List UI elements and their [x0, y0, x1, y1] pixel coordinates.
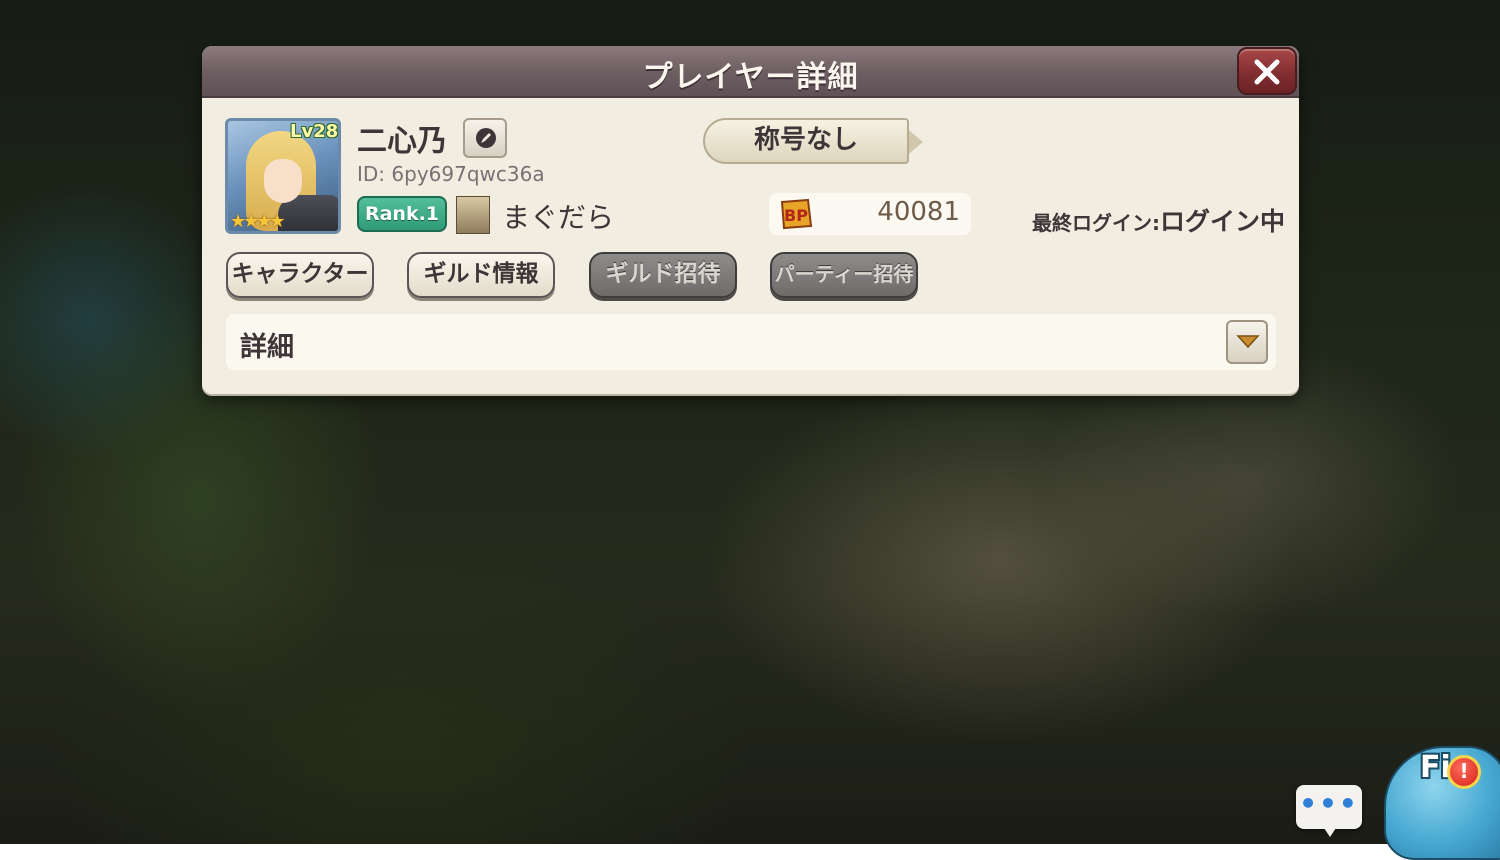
details-row[interactable]	[226, 314, 1276, 370]
last-login: 最終ログイン:ログイン中	[1032, 202, 1285, 238]
field-label: Fi	[1420, 750, 1451, 785]
guild-invite-button[interactable]: ギルド招待	[589, 252, 737, 298]
guild-info-button[interactable]: ギルド情報	[407, 252, 555, 298]
close-button[interactable]	[1237, 47, 1297, 95]
dialog-title: プレイヤー詳細	[642, 60, 859, 95]
title-plate-label: 称号なし	[753, 125, 858, 155]
last-login-label: 最終ログイン:	[1032, 211, 1160, 235]
chevron-down-icon	[1236, 335, 1260, 349]
title-plate[interactable]: 称号なし	[703, 118, 925, 166]
close-icon	[1254, 59, 1280, 85]
details-label: 詳細	[240, 332, 294, 363]
pencil-icon	[476, 128, 496, 148]
player-id: ID: 6py697qwc36a	[357, 162, 545, 186]
bp-icon: BP	[780, 198, 813, 230]
level-badge: Lv28	[290, 121, 339, 142]
player-avatar[interactable]: Lv28 ★★★★	[225, 118, 341, 234]
last-login-value: ログイン中	[1160, 207, 1286, 236]
details-expand-button[interactable]	[1226, 320, 1268, 364]
character-button[interactable]: キャラクター	[226, 252, 374, 298]
rarity-stars: ★★★★	[230, 211, 286, 232]
alert-icon: !	[1447, 755, 1481, 789]
chat-dots-icon: •••	[1299, 787, 1359, 820]
dialog-header: プレイヤー詳細	[202, 46, 1299, 98]
field-button[interactable]: Fi	[1376, 736, 1500, 860]
chat-button[interactable]: •••	[1296, 785, 1362, 837]
svg-text:BP: BP	[784, 206, 808, 225]
party-invite-button[interactable]: パーティー招待	[770, 252, 918, 298]
rank-badge: Rank.1	[357, 196, 447, 232]
player-name: 二心乃	[357, 124, 447, 159]
guild-emblem-icon	[456, 196, 490, 234]
bp-value: 40081	[877, 197, 960, 227]
edit-profile-button[interactable]	[463, 118, 507, 158]
guild-name: まぐだら	[502, 201, 615, 234]
